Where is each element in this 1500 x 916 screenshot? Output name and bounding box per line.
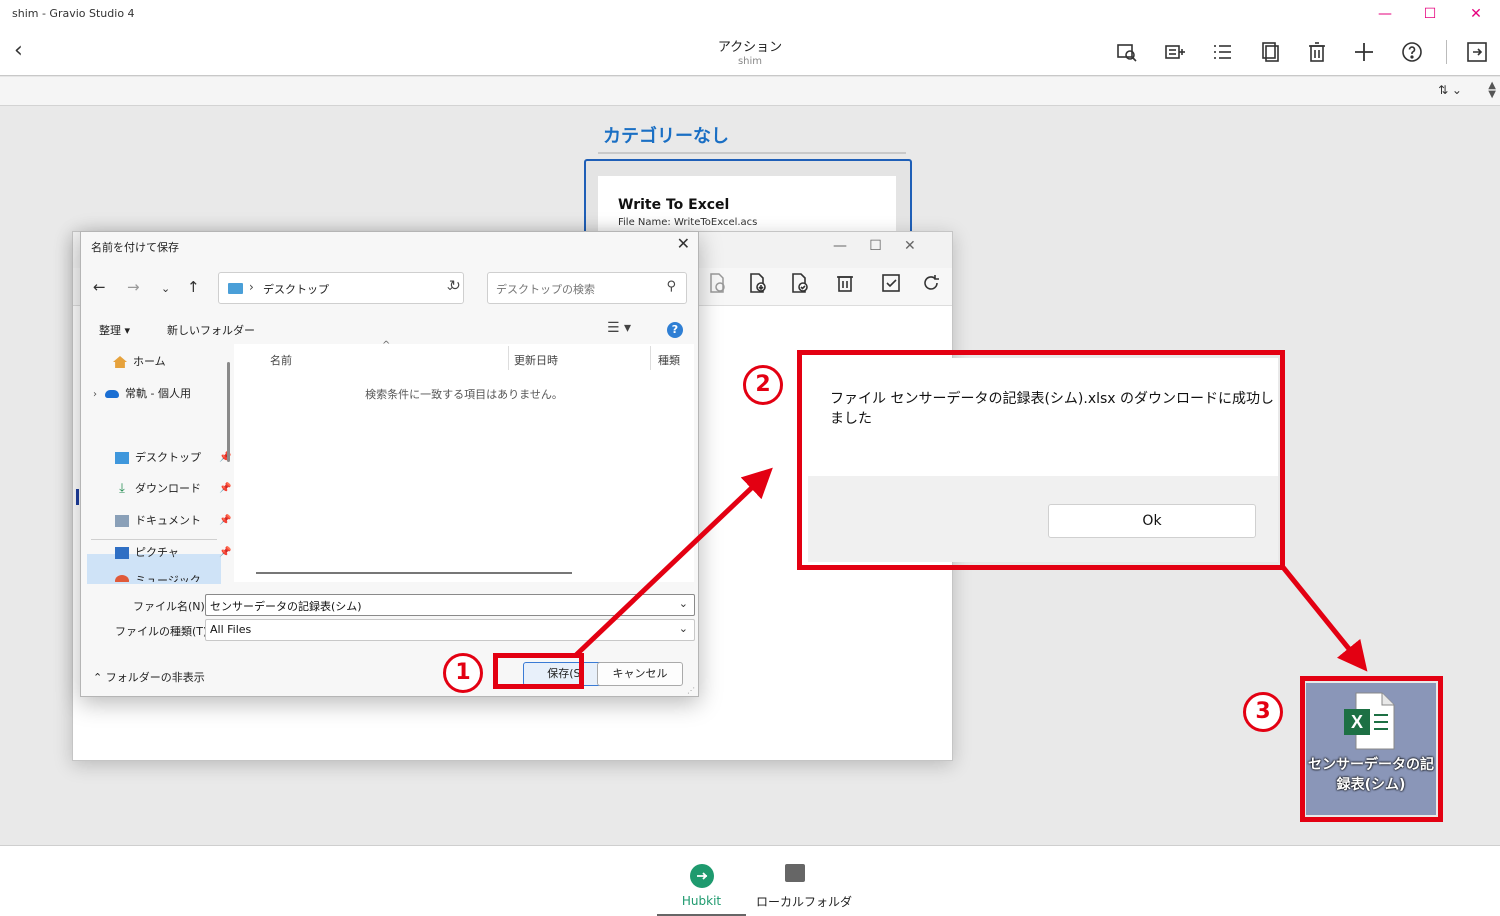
tab-local-folder[interactable]: ローカルフォルダ: [756, 893, 852, 910]
arrow-step2-to-step3: [1280, 564, 1368, 672]
tab-hubkit[interactable]: Hubkit: [657, 858, 746, 916]
bottom-nav: Hubkit: [0, 845, 1500, 916]
hubkit-icon: [690, 864, 714, 888]
annotation-arrows: [574, 467, 1368, 672]
tab-hubkit-label: Hubkit: [681, 894, 722, 908]
arrow-step1-to-step2: [574, 467, 773, 657]
local-folder-icon[interactable]: [785, 864, 805, 882]
